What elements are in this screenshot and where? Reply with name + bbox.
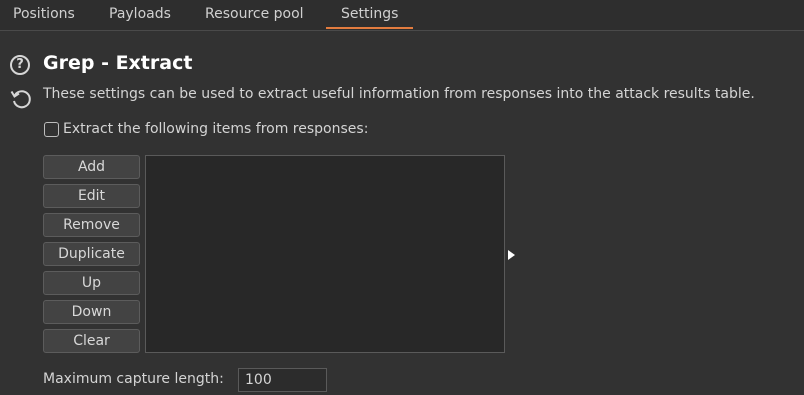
help-icon[interactable]: ?: [10, 55, 30, 75]
restore-defaults-icon[interactable]: [9, 87, 33, 111]
max-capture-length-label: Maximum capture length:: [43, 371, 224, 387]
extract-items-list[interactable]: [145, 155, 505, 353]
extract-checkbox-label[interactable]: Extract the following items from respons…: [63, 121, 368, 137]
tab-positions[interactable]: Positions: [13, 6, 75, 26]
duplicate-button[interactable]: Duplicate: [43, 242, 140, 266]
extract-checkbox[interactable]: [44, 121, 59, 137]
up-button[interactable]: Up: [43, 271, 140, 295]
expand-arrow-icon[interactable]: [508, 250, 515, 260]
tab-payloads[interactable]: Payloads: [109, 6, 171, 26]
down-button[interactable]: Down: [43, 300, 140, 324]
section-title: Grep - Extract: [43, 52, 193, 74]
tab-settings[interactable]: Settings: [325, 6, 414, 29]
extract-checkbox-row[interactable]: Extract the following items from respons…: [44, 121, 368, 139]
remove-button[interactable]: Remove: [43, 213, 140, 237]
tab-bar: Positions Payloads Resource pool Setting…: [0, 0, 804, 31]
tab-resource-pool[interactable]: Resource pool: [205, 6, 304, 26]
clear-button[interactable]: Clear: [43, 329, 140, 353]
max-capture-length-input[interactable]: [238, 368, 327, 392]
edit-button[interactable]: Edit: [43, 184, 140, 208]
section-description: These settings can be used to extract us…: [43, 86, 755, 102]
add-button[interactable]: Add: [43, 155, 140, 179]
